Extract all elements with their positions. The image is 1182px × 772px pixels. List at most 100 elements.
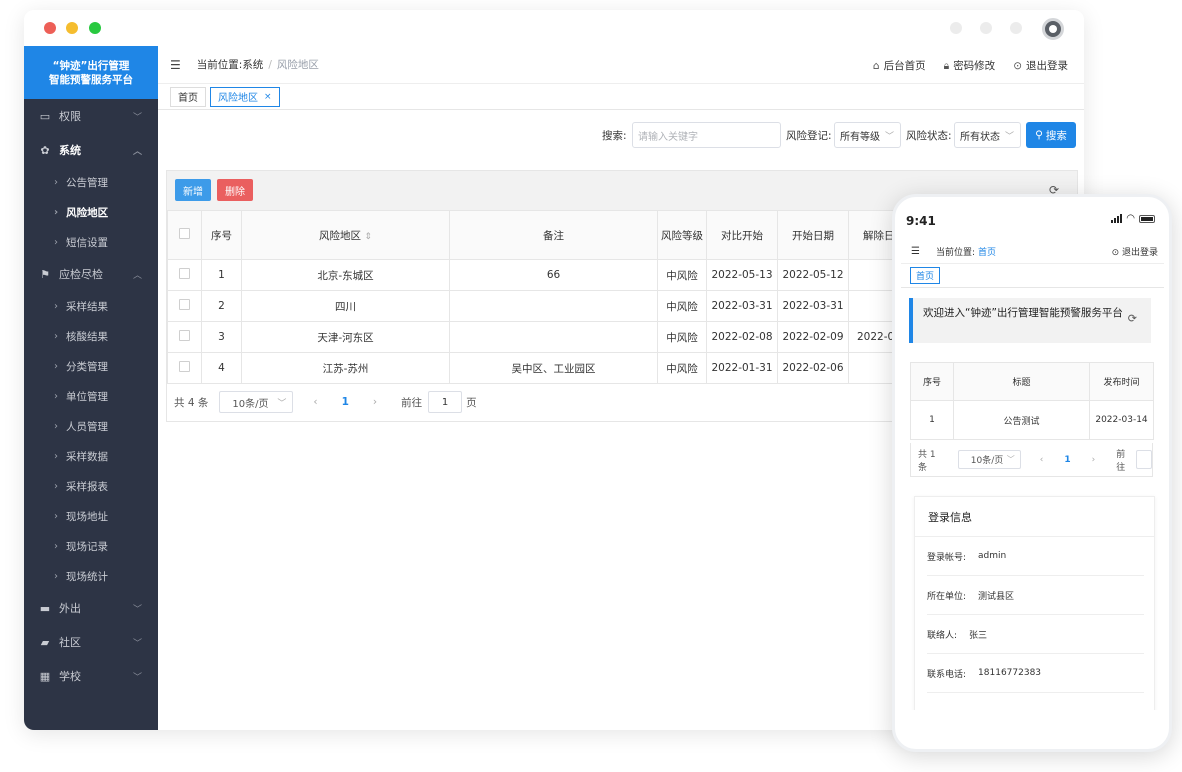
close-window-dot[interactable]: [44, 22, 56, 34]
select-all-checkbox[interactable]: [179, 228, 190, 239]
sidebar-item-community[interactable]: ▰ 社区 ﹀: [24, 625, 158, 659]
table-cell: [449, 290, 658, 322]
menu-toggle-icon[interactable]: ☰: [170, 58, 181, 72]
minimize-window-dot[interactable]: [66, 22, 78, 34]
column-header: 序号: [910, 362, 954, 401]
delete-button[interactable]: 删除: [217, 179, 253, 201]
top-right-links: ⌂ 后台首页 🔒︎ 密码修改 ⊙ 退出登录: [873, 46, 1068, 84]
chevron-right-icon: ›: [54, 390, 58, 402]
table-cell: 江苏-苏州: [241, 352, 450, 384]
table-cell: 公告测试: [953, 400, 1090, 440]
close-icon[interactable]: ×: [264, 92, 272, 102]
column-header-sortable[interactable]: 风险地区 ⇕: [241, 210, 450, 260]
sidebar-item-system[interactable]: ✿ 系统 ︿: [24, 133, 158, 167]
sidebar-subitem-label: 单位管理: [66, 390, 108, 403]
search-input[interactable]: 请输入关键字: [632, 122, 781, 148]
refresh-icon[interactable]: ⟳: [1128, 313, 1137, 325]
row-checkbox[interactable]: [179, 268, 190, 279]
prev-page-button[interactable]: ‹: [1040, 455, 1044, 465]
phone-tab-home[interactable]: 首页: [910, 267, 941, 284]
password-link-label: 密码修改: [953, 59, 996, 72]
table-cell: 2022-02-08: [706, 321, 778, 353]
row-select-cell[interactable]: [167, 259, 202, 291]
tab-home[interactable]: 首页: [170, 86, 206, 107]
sidebar-item-school[interactable]: ▦ 学校 ﹀: [24, 659, 158, 693]
goto-page-input[interactable]: 1: [428, 391, 463, 413]
maximize-window-dot[interactable]: [89, 22, 101, 34]
tab-risk-area[interactable]: 风险地区 ×: [210, 86, 280, 107]
breadcrumb-parent[interactable]: 系统: [242, 57, 263, 72]
sidebar-subitem-notice[interactable]: › 公告管理: [24, 167, 158, 197]
page-number-current[interactable]: 1: [1064, 455, 1070, 465]
sidebar-subitem[interactable]: › 现场地址: [24, 501, 158, 531]
risk-status-select[interactable]: 所有状态 ﹀: [954, 122, 1021, 148]
total-count: 共 1 条: [918, 449, 936, 473]
logout-link[interactable]: ⊙ 退出登录: [1013, 58, 1068, 73]
row-checkbox[interactable]: [179, 361, 190, 372]
row-checkbox[interactable]: [179, 330, 190, 341]
sort-icon[interactable]: ⇕: [364, 232, 372, 242]
sidebar-subitem[interactable]: › 分类管理: [24, 351, 158, 381]
home-link[interactable]: ⌂ 后台首页: [873, 58, 926, 73]
row-select-cell[interactable]: [167, 290, 202, 322]
sidebar-subitem-sms[interactable]: › 短信设置: [24, 227, 158, 257]
sidebar-item-outing[interactable]: ▬ 外出 ﹀: [24, 591, 158, 625]
chevron-down-icon: ﹀: [277, 398, 287, 409]
page-size-select[interactable]: 10条/页 ﹀: [219, 391, 294, 413]
table-cell: 2022-05-13: [706, 259, 778, 291]
sidebar-item-permission[interactable]: ▭ 权限 ﹀: [24, 99, 158, 133]
row-select-cell[interactable]: [167, 352, 202, 384]
brand-line-2: 智能预警服务平台: [49, 74, 133, 86]
sidebar-item-inspection[interactable]: ⚑ 应检尽检 ︿: [24, 257, 158, 291]
sidebar-item-label: 社区: [59, 636, 81, 649]
table-cell: 3: [201, 321, 242, 353]
phone-breadcrumb-prefix: 当前位置:: [935, 248, 976, 258]
goto-page-input[interactable]: [1136, 450, 1152, 469]
table-cell: 2022-03-31: [777, 290, 849, 322]
risk-status-value: 所有状态: [960, 131, 1000, 143]
chevron-down-icon: ﹀: [132, 112, 142, 123]
menu-toggle-icon[interactable]: ☰: [911, 246, 920, 257]
sidebar-subitem[interactable]: › 采样结果: [24, 291, 158, 321]
sidebar-subitem[interactable]: › 单位管理: [24, 381, 158, 411]
next-page-button[interactable]: ›: [1092, 455, 1096, 465]
phone-logout-link[interactable]: ⊙ 退出登录: [1112, 245, 1158, 258]
phone-screen: ☰ 当前位置: 首页 ⊙ 退出登录 首页 欢迎进入“钟迹”出行管理智能预警服务平…: [901, 240, 1164, 710]
chevron-right-icon: ›: [54, 176, 58, 188]
login-info-value: 测试县区: [978, 591, 1015, 602]
select-all-cell[interactable]: [167, 210, 202, 260]
risk-level-select[interactable]: 所有等级 ﹀: [834, 122, 901, 148]
login-info-value: 张三: [969, 630, 988, 641]
sidebar-subitem-label: 采样结果: [66, 300, 108, 313]
sidebar-subitem[interactable]: › 核酸结果: [24, 321, 158, 351]
user-avatar[interactable]: [1042, 18, 1064, 40]
prev-page-button[interactable]: ‹: [313, 396, 317, 408]
sidebar-subitem[interactable]: › 现场记录: [24, 531, 158, 561]
password-link[interactable]: 🔒︎ 密码修改: [944, 58, 996, 73]
chevron-right-icon: ›: [54, 510, 58, 522]
sidebar-subitem[interactable]: › 现场统计: [24, 561, 158, 591]
table-cell: 2: [201, 290, 242, 322]
sidebar-subitem[interactable]: › 人员管理: [24, 411, 158, 441]
sidebar-subitem-risk-area[interactable]: › 风险地区: [24, 197, 158, 227]
building-icon: ▦: [39, 669, 51, 683]
column-header: 备注: [449, 210, 658, 260]
phone-status-icons: ◠: [1111, 213, 1155, 224]
next-page-button[interactable]: ›: [373, 396, 377, 408]
row-select-cell[interactable]: [167, 321, 202, 353]
window-titlebar: [24, 10, 1084, 46]
brand-logo: “钟迹”出行管理 智能预警服务平台: [24, 46, 158, 99]
sidebar-subitem[interactable]: › 采样数据: [24, 441, 158, 471]
table-row[interactable]: 1 公告测试 2022-03-14: [910, 400, 1154, 440]
login-info-value: admin: [978, 551, 1007, 561]
search-button[interactable]: ⚲ 搜索: [1026, 122, 1076, 148]
chevron-down-icon: ﹀: [1006, 455, 1015, 464]
row-checkbox[interactable]: [179, 299, 190, 310]
page-number-current[interactable]: 1: [342, 396, 349, 408]
add-button[interactable]: 新增: [175, 179, 211, 201]
sidebar-subitem[interactable]: › 采样报表: [24, 471, 158, 501]
risk-register-label: 风险登记:: [786, 130, 832, 142]
login-info-key: 登录帐号:: [927, 552, 967, 563]
page-size-select[interactable]: 10条/页 ﹀: [957, 450, 1021, 469]
sidebar-item-label: 权限: [59, 110, 81, 123]
